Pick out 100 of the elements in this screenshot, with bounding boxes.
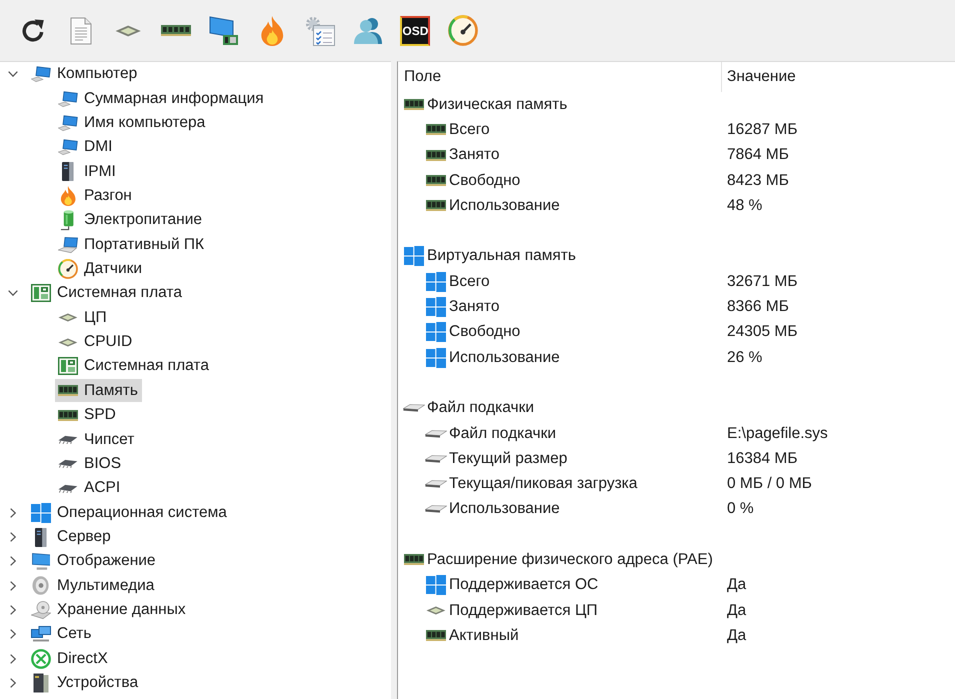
hard-drive-icon [425, 480, 447, 488]
people-icon[interactable] [354, 17, 382, 44]
window-tiles-icon [426, 272, 446, 292]
tree-item[interactable]: Суммарная информация [55, 87, 268, 110]
field-value: 32671 МБ [726, 272, 798, 291]
tree-item[interactable]: Системная плата [28, 282, 186, 305]
field-name: Использование [449, 500, 560, 518]
field-name: Всего [449, 272, 490, 291]
tree-item[interactable]: IPMI [55, 160, 120, 184]
tree-item[interactable]: Разгон [55, 184, 136, 208]
chevron-right-icon[interactable] [10, 654, 16, 664]
computer-icon [31, 66, 51, 82]
gauge-icon [58, 259, 78, 280]
field-name: Текущий размер [449, 450, 568, 468]
chevron-right-icon[interactable] [10, 580, 16, 591]
tree-item[interactable]: Устройства [28, 672, 142, 695]
hard-drive-icon [403, 404, 425, 412]
processor-chip-icon [426, 606, 446, 616]
chevron-right-icon[interactable] [10, 629, 16, 640]
tree-item[interactable]: Операционная система [28, 501, 231, 524]
section-title: Файл подкачки [427, 399, 534, 418]
field-value: 0 % [726, 500, 754, 518]
chevron-right-icon[interactable] [10, 605, 16, 616]
tree-item[interactable]: BIOS [55, 452, 126, 476]
tree-item[interactable]: Имя компьютера [55, 111, 210, 134]
osd-button[interactable]: OSD [400, 16, 430, 46]
tree-item[interactable]: Портативный ПК [55, 233, 208, 256]
computer-icon [58, 139, 78, 156]
tree-item[interactable]: Мультимедиа [28, 574, 158, 598]
section-title: Виртуальная память [427, 247, 576, 266]
tree-item[interactable]: Датчики [55, 258, 146, 281]
window-tiles-icon [404, 246, 424, 266]
field-value: 48 % [726, 196, 762, 215]
tree-item[interactable]: DirectX [28, 647, 112, 670]
processor-chip-icon[interactable] [115, 24, 142, 36]
field-name: Свободно [449, 323, 520, 342]
processor-chip-icon [58, 338, 78, 347]
tree-item[interactable]: Сеть [28, 622, 96, 646]
chevron-right-icon[interactable] [10, 556, 16, 566]
tree-item[interactable]: Чипсет [55, 428, 138, 452]
chevron-down-icon[interactable] [8, 290, 18, 296]
tree-item[interactable]: Память [55, 379, 142, 402]
field-value: Да [726, 576, 746, 594]
computer-icon [58, 114, 78, 131]
memory-module-icon [426, 200, 446, 212]
field-value: 16384 МБ [726, 450, 798, 468]
field-value: 8366 МБ [726, 298, 789, 316]
chevron-right-icon[interactable] [10, 532, 16, 542]
tree-item[interactable]: Компьютер [28, 62, 142, 86]
document-icon[interactable] [70, 16, 92, 44]
tree-item[interactable]: ACPI [55, 476, 124, 500]
field-name: Поддерживается ОС [449, 576, 598, 594]
flame-icon [60, 186, 76, 206]
tree-item[interactable]: SPD [55, 404, 120, 427]
microchip-icon [58, 435, 78, 444]
field-name: Всего [449, 120, 490, 139]
x-circle-icon [31, 648, 51, 669]
memory-module-icon[interactable] [161, 25, 192, 36]
battery-icon [60, 210, 76, 231]
server-tower-icon [62, 162, 74, 182]
field-value: Да [726, 602, 746, 620]
field-name: Текущая/пиковая загрузка [449, 475, 638, 494]
networked-computers-icon [31, 626, 51, 642]
window-tiles-icon [426, 575, 446, 596]
field-name: Использование [449, 196, 560, 215]
field-name: Занято [449, 146, 500, 164]
chevron-down-icon[interactable] [8, 71, 18, 78]
column-header[interactable]: Значение [721, 62, 955, 92]
tree-item[interactable]: Сервер [28, 526, 115, 548]
field-name: Занято [449, 298, 500, 316]
checklist-icon[interactable] [304, 16, 335, 46]
microchip-icon [58, 459, 78, 468]
laptop-icon [58, 236, 78, 253]
memory-module-icon [426, 630, 446, 642]
server-tower-icon [35, 528, 47, 546]
memory-module-icon [426, 175, 446, 186]
tree-item[interactable]: Отображение [28, 550, 160, 573]
gauge-icon[interactable] [448, 15, 478, 46]
chevron-right-icon[interactable] [10, 508, 16, 518]
tree-item[interactable]: Электропитание [55, 208, 206, 232]
tree-item[interactable]: Хранение данных [28, 598, 190, 622]
hard-drive-icon [425, 505, 447, 514]
chevron-right-icon[interactable] [10, 678, 16, 688]
memory-module-icon [404, 554, 424, 566]
pc-tower-icon [33, 673, 49, 694]
tree-item[interactable]: Системная плата [55, 354, 213, 378]
window-tiles-icon [426, 322, 446, 342]
speaker-icon [32, 576, 50, 596]
field-name: Файл подкачки [449, 424, 556, 442]
tree-item[interactable]: CPUID [55, 330, 136, 354]
tree-item[interactable]: ЦП [55, 306, 111, 330]
window-tiles-icon [31, 502, 51, 523]
tree-item[interactable]: DMI [55, 136, 116, 159]
field-value: 24305 МБ [726, 323, 798, 342]
window-tiles-icon [426, 348, 446, 368]
monitor-card-icon[interactable] [209, 16, 240, 46]
window-tiles-icon [426, 297, 446, 318]
refresh-icon[interactable] [22, 18, 44, 42]
field-value: E:\pagefile.sys [726, 424, 828, 442]
column-header[interactable]: Поле [398, 62, 721, 92]
